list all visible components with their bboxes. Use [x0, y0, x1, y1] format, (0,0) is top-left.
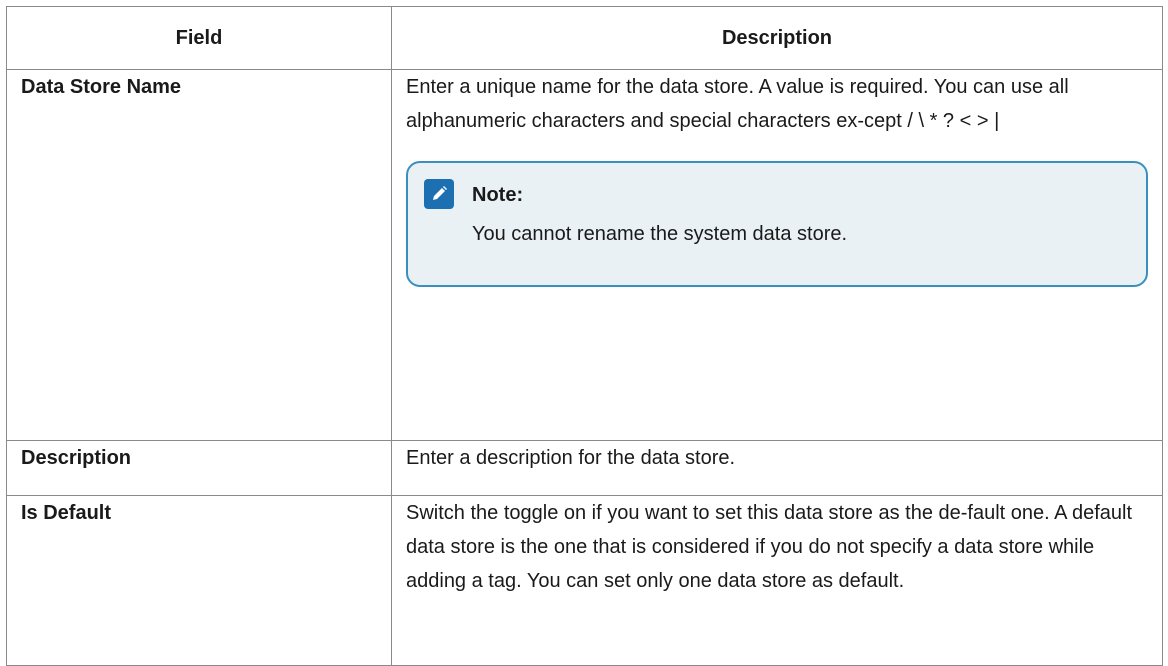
field-description: Switch the toggle on if you want to set … — [391, 495, 1163, 666]
table-row: Description Enter a description for the … — [6, 440, 1163, 496]
table-row: Is Default Switch the toggle on if you w… — [6, 495, 1163, 666]
field-name: Is Default — [6, 495, 392, 666]
field-name: Data Store Name — [6, 69, 392, 441]
field-description: Enter a unique name for the data store. … — [406, 76, 1069, 132]
note-text: You cannot rename the system data store. — [472, 223, 848, 245]
note-label: Note: — [472, 184, 524, 206]
pencil-icon — [424, 179, 454, 209]
header-field: Field — [6, 6, 392, 70]
table-header-row: Field Description — [6, 6, 1163, 70]
table-row: Data Store Name Enter a unique name for … — [6, 69, 1163, 441]
field-description: Enter a description for the data store. — [391, 440, 1163, 496]
fields-table: Field Description Data Store Name Enter … — [6, 6, 1163, 666]
field-description-cell: Enter a unique name for the data store. … — [391, 69, 1163, 441]
note-box: Note: You cannot rename the system data … — [406, 161, 1148, 287]
field-name: Description — [6, 440, 392, 496]
header-description: Description — [391, 6, 1163, 70]
